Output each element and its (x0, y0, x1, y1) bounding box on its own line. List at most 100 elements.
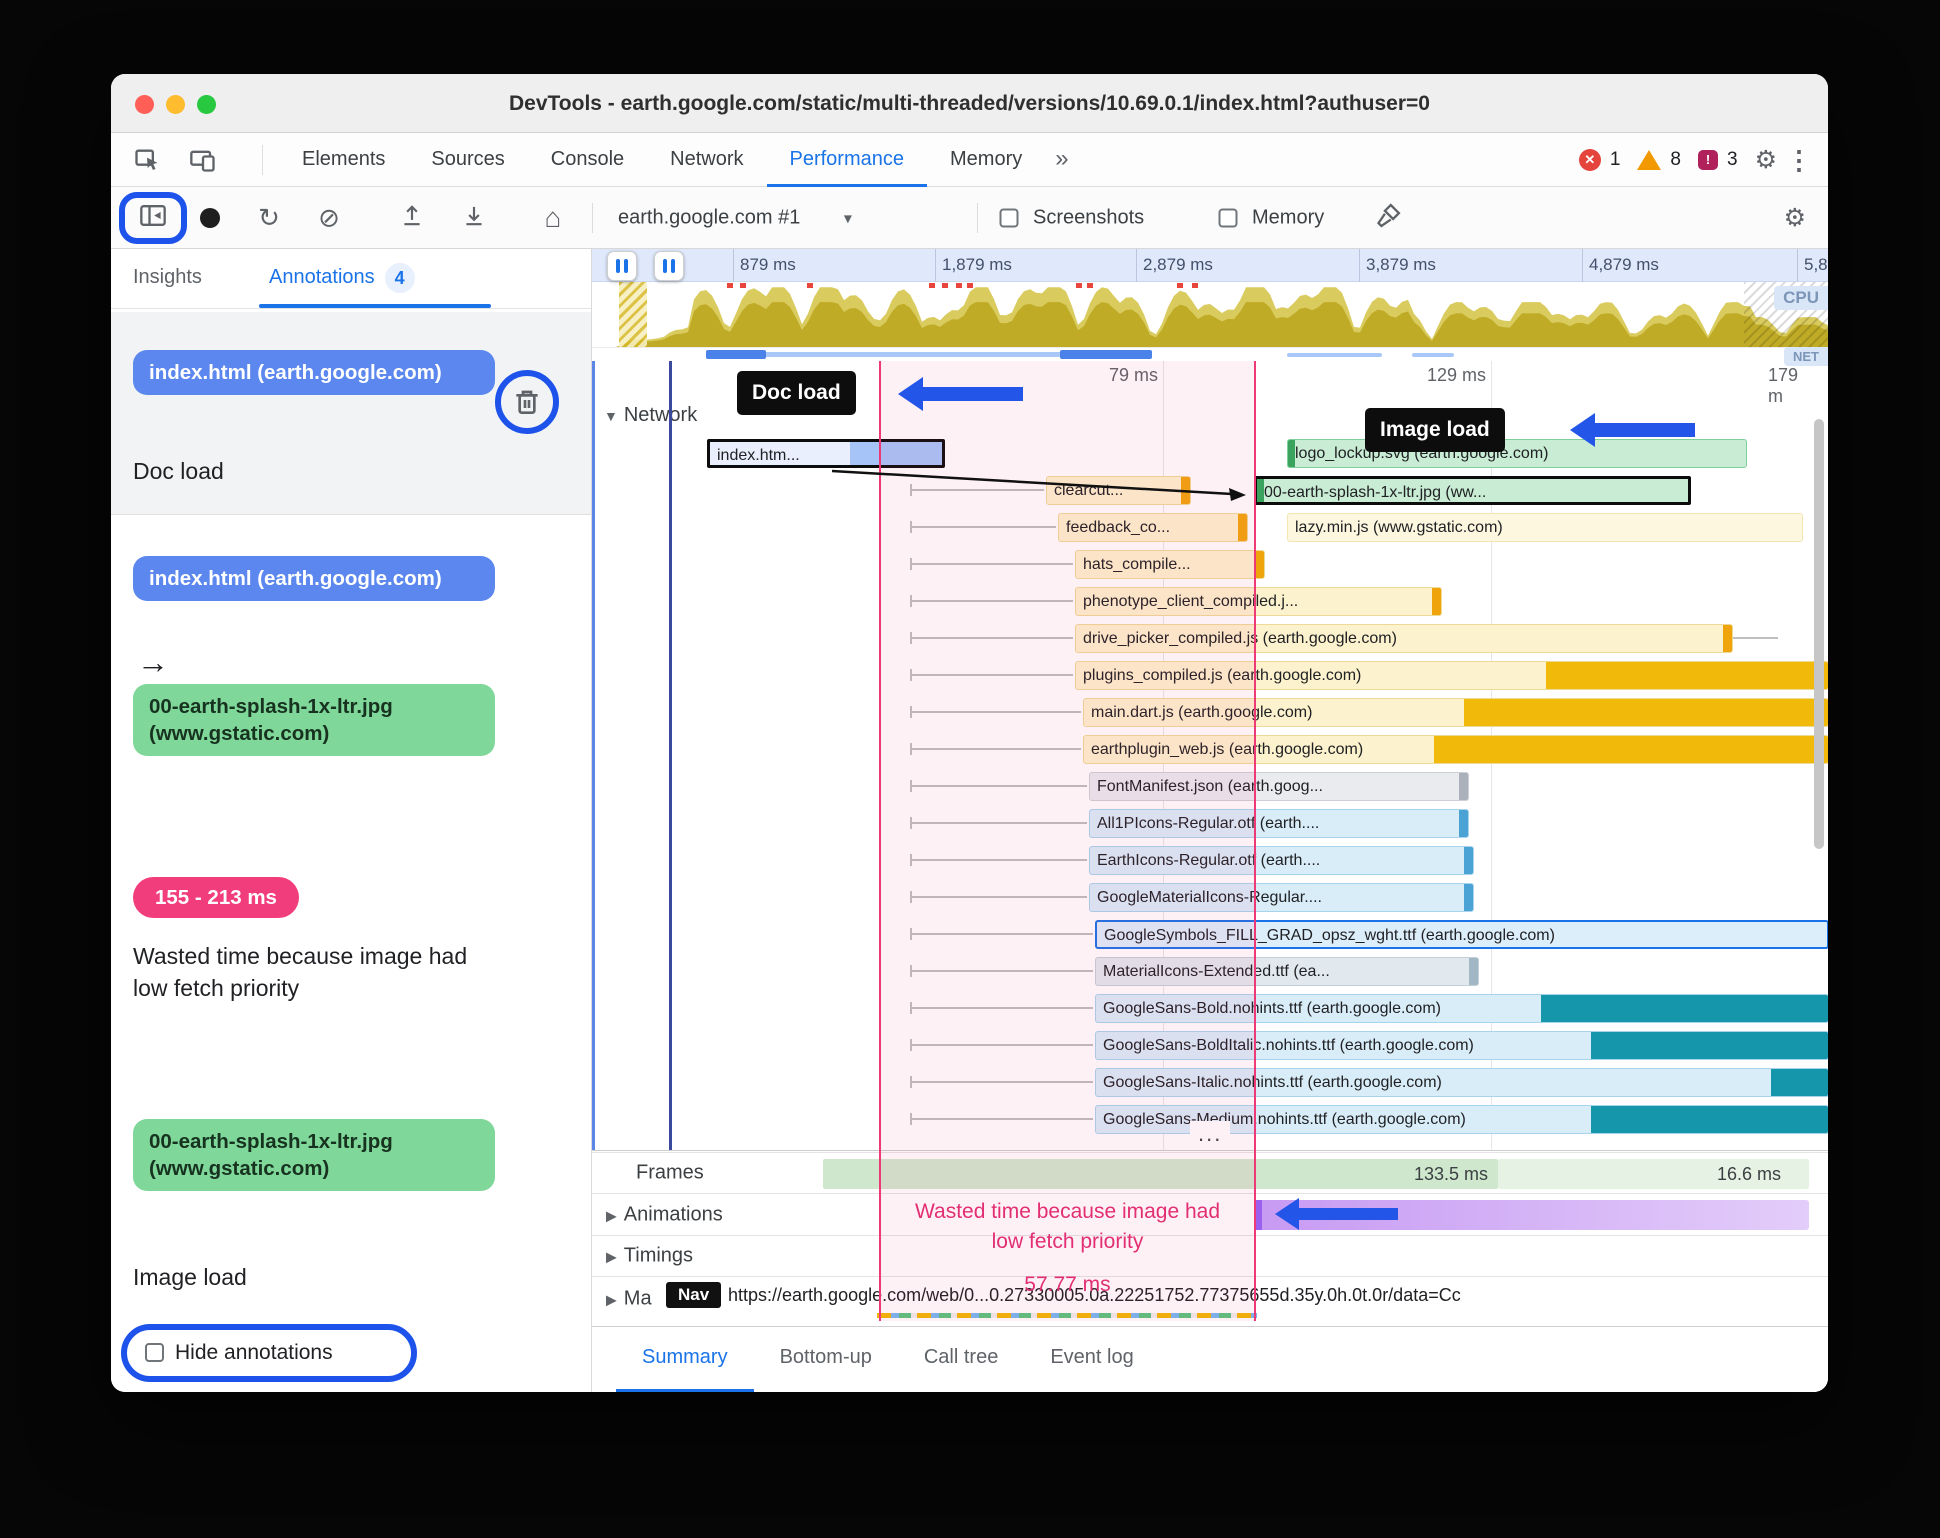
network-request-bar[interactable]: MaterialIcons-Extended.ttf (ea... (1095, 957, 1479, 986)
frame-bar[interactable]: 16.6 ms (1498, 1159, 1809, 1189)
memory-checkbox[interactable] (1218, 208, 1238, 227)
network-request-bar[interactable]: GoogleSymbols_FILL_GRAD_opsz_wght.ttf (e… (1095, 920, 1828, 949)
screenshots-checkbox[interactable] (999, 208, 1019, 227)
frame-bar[interactable]: 133.5 ms (823, 1159, 1498, 1189)
ruler-tick-label: 879 ms (740, 255, 796, 274)
tab-network[interactable]: Network (647, 133, 766, 187)
net-overview-segment (706, 350, 766, 359)
device-toolbar-icon[interactable] (189, 146, 217, 179)
upload-profile-icon[interactable] (399, 202, 425, 233)
network-request-bar[interactable]: lazy.min.js (www.gstatic.com) (1287, 513, 1803, 542)
request-label: main.dart.js (earth.google.com) (1091, 704, 1313, 721)
bottom-tab-summary[interactable]: Summary (616, 1327, 754, 1392)
settings-gear-icon[interactable]: ⚙ (1755, 145, 1777, 175)
network-request-bar[interactable]: hats_compile... (1075, 550, 1265, 579)
ruler-tick-label: 1,879 ms (942, 255, 1012, 274)
wasted-time-annotation[interactable]: Wasted time because image had low fetch … (879, 1197, 1256, 1300)
annotation-entry-image-load[interactable]: 00-earth-splash-1x-ltr.jpg (www.gstatic.… (111, 1114, 591, 1324)
annotation-entry-doc-load[interactable]: index.html (earth.google.com) Doc load (111, 312, 591, 515)
request-label: GoogleSymbols_FILL_GRAD_opsz_wght.ttf (e… (1104, 927, 1555, 944)
network-request-bar[interactable]: GoogleSans-BoldItalic.nohints.ttf (earth… (1095, 1031, 1828, 1060)
expand-triangle-icon[interactable]: ▶ (606, 1249, 617, 1265)
minimap-right-handle[interactable] (654, 251, 684, 281)
network-overview-strip: NET (592, 347, 1828, 366)
network-request-bar[interactable]: FontManifest.json (earth.goog... (1089, 772, 1469, 801)
network-request-bar[interactable]: earthplugin_web.js (earth.google.com) (1083, 735, 1828, 764)
ruler-tick-label: 5,8 (1804, 255, 1828, 274)
request-whisker (910, 965, 1093, 977)
timeline-minimap[interactable]: 879 ms 1,879 ms 2,879 ms 3,879 ms 4,879 ms 5,… (592, 249, 1828, 366)
annotation-pill-index-html[interactable]: index.html (earth.google.com) (133, 556, 495, 601)
bottom-tab-bottom-up[interactable]: Bottom-up (754, 1327, 898, 1392)
hide-annotations-checkbox[interactable] (145, 1343, 164, 1362)
network-request-row: EarthIcons-Regular.otf (earth.... (592, 842, 1828, 879)
annotation-pill-splash-image[interactable]: 00-earth-splash-1x-ltr.jpg (www.gstatic.… (133, 1119, 495, 1191)
memory-label: Memory (1252, 206, 1325, 228)
network-request-bar[interactable]: GoogleSans-Bold.nohints.ttf (earth.googl… (1095, 994, 1828, 1023)
network-request-bar[interactable]: index.htm... (707, 439, 945, 468)
network-scrollbar[interactable] (1814, 419, 1824, 849)
network-request-bar[interactable]: feedback_co... (1058, 513, 1248, 542)
kebab-menu-icon[interactable]: ⋮ (1786, 145, 1812, 176)
expand-triangle-icon[interactable]: ▶ (606, 1207, 617, 1223)
image-load-callout[interactable]: Image load (1365, 408, 1505, 452)
tab-memory[interactable]: Memory (927, 133, 1045, 187)
annotation-entry-link[interactable]: index.html (earth.google.com) → 00-earth… (111, 544, 591, 824)
tab-elements[interactable]: Elements (279, 133, 408, 187)
error-icon[interactable]: ✕ (1578, 149, 1601, 171)
delete-annotation-icon[interactable] (511, 386, 543, 423)
request-whisker (910, 484, 1044, 496)
annotation-pill-splash-image[interactable]: 00-earth-splash-1x-ltr.jpg (www.gstatic.… (133, 684, 495, 756)
more-tabs-icon[interactable]: » (1045, 133, 1078, 187)
panel-settings-gear-icon[interactable]: ⚙ (1784, 203, 1806, 233)
clear-recording-icon[interactable]: ⊘ (318, 202, 340, 233)
network-request-bar[interactable]: plugins_compiled.js (earth.google.com) (1075, 661, 1828, 690)
request-label: earthplugin_web.js (earth.google.com) (1091, 741, 1364, 758)
network-request-row: feedback_co... lazy.min.js (www.gstatic.c… (592, 509, 1828, 546)
network-request-bar[interactable]: All1PIcons-Regular.otf (earth.... (1089, 809, 1469, 838)
network-request-bar[interactable]: GoogleSans-Italic.nohints.ttf (earth.goo… (1095, 1068, 1828, 1097)
tab-sources[interactable]: Sources (408, 133, 527, 187)
frames-track[interactable]: Frames 133.5 ms 16.6 ms (592, 1152, 1828, 1193)
collect-garbage-icon[interactable] (1375, 201, 1403, 234)
request-whisker (910, 669, 1073, 681)
tab-insights[interactable]: Insights (133, 249, 202, 309)
network-request-bar[interactable]: 00-earth-splash-1x-ltr.jpg (ww... (1254, 476, 1691, 505)
network-request-row: phenotype_client_compiled.j... (592, 583, 1828, 620)
inspect-element-icon[interactable] (133, 146, 161, 179)
tab-console[interactable]: Console (528, 133, 647, 187)
annotation-pill-index-html[interactable]: index.html (earth.google.com) (133, 350, 495, 395)
bottom-tab-event-log[interactable]: Event log (1024, 1327, 1159, 1392)
issues-count: 3 (1727, 149, 1738, 170)
network-request-bar[interactable]: phenotype_client_compiled.j... (1075, 587, 1442, 616)
bottom-tab-call-tree[interactable]: Call tree (898, 1327, 1024, 1392)
network-request-row: GoogleSymbols_FILL_GRAD_opsz_wght.ttf (e… (592, 916, 1828, 953)
reload-and-record-icon[interactable]: ↻ (258, 202, 280, 233)
annotation-entry-time-range[interactable]: 155 - 213 ms Wasted time because image h… (111, 869, 591, 1109)
tab-performance[interactable]: Performance (767, 133, 928, 187)
annotation-pill-time-range[interactable]: 155 - 213 ms (133, 877, 299, 918)
network-section-header[interactable]: ▼ Network (604, 404, 706, 427)
network-request-bar[interactable]: drive_picker_compiled.js (earth.google.c… (1075, 624, 1733, 653)
animation-bar[interactable] (1254, 1200, 1809, 1230)
request-label: plugins_compiled.js (earth.google.com) (1083, 667, 1362, 684)
network-request-bar[interactable]: logo_lockup.svg (earth.google.com) (1287, 439, 1747, 468)
request-label: All1PIcons-Regular.otf (earth.... (1097, 815, 1320, 832)
home-icon[interactable]: ⌂ (545, 202, 562, 234)
show-sidebar-icon[interactable] (138, 201, 168, 234)
issues-icon[interactable]: ! (1698, 150, 1718, 170)
doc-load-callout[interactable]: Doc load (737, 371, 856, 415)
expand-triangle-icon[interactable]: ▶ (606, 1292, 617, 1308)
record-button[interactable] (200, 207, 220, 228)
network-request-bar[interactable]: clearcut... (1046, 476, 1191, 505)
network-request-bar[interactable]: GoogleMaterialIcons-Regular.... (1089, 883, 1474, 912)
network-overflow-ellipsis[interactable]: ... (1190, 1121, 1231, 1147)
network-request-bar[interactable]: EarthIcons-Regular.otf (earth.... (1089, 846, 1474, 875)
cpu-overview-chart[interactable]: CPU (592, 282, 1828, 347)
target-selector-dropdown[interactable]: earth.google.com #1 ▾ (618, 206, 852, 229)
download-profile-icon[interactable] (461, 202, 487, 233)
warning-icon[interactable] (1637, 150, 1662, 170)
network-request-bar[interactable]: main.dart.js (earth.google.com) (1083, 698, 1828, 727)
minimap-left-handle[interactable] (607, 251, 637, 281)
tab-annotations[interactable]: Annotations 4 (269, 249, 415, 309)
